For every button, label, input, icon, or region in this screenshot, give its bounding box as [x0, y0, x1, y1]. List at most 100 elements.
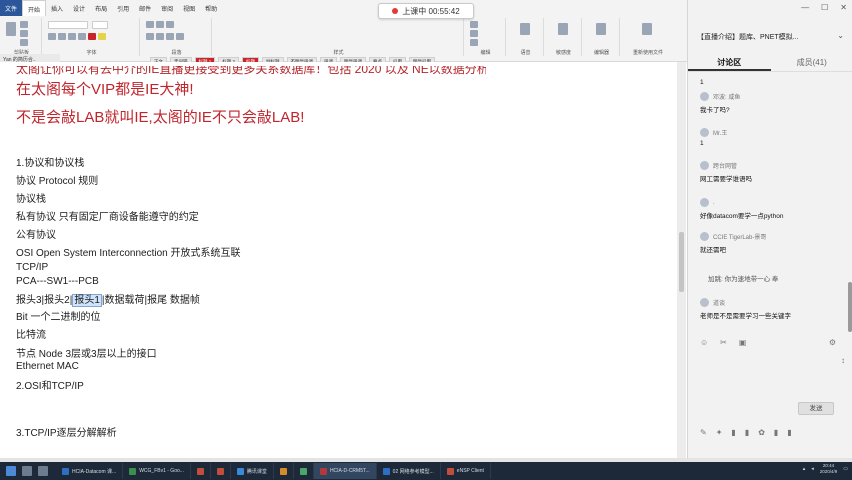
cut-icon[interactable]: [20, 21, 28, 28]
taskbar-item[interactable]: [211, 463, 231, 479]
tab-review[interactable]: 审阅: [156, 0, 178, 16]
tab-help[interactable]: 帮助: [200, 0, 222, 16]
highlight-icon[interactable]: [98, 33, 106, 40]
doc-line: 2.OSI和TCP/IP: [16, 381, 84, 392]
notification-icon[interactable]: ▭: [843, 466, 848, 472]
message-text: 好像datacom要学一点python: [700, 213, 784, 220]
pen-icon[interactable]: ✎: [700, 428, 707, 437]
tab-view[interactable]: 视图: [178, 0, 200, 16]
strikethrough-icon[interactable]: [78, 33, 86, 40]
align-right-icon[interactable]: [166, 33, 174, 40]
dictate-icon[interactable]: [520, 23, 530, 35]
bar-icon[interactable]: ▮: [774, 428, 778, 437]
bar-icon[interactable]: ▮: [731, 428, 735, 437]
tab-layout[interactable]: 布局: [90, 0, 112, 16]
find-icon[interactable]: [470, 21, 478, 28]
doc-line: 私有协议 只有固定厂商设备能遵守的约定: [16, 212, 199, 223]
chevron-down-icon[interactable]: ⌄: [837, 31, 844, 40]
doc-line: 协议栈: [16, 194, 46, 205]
underline-icon[interactable]: [68, 33, 76, 40]
italic-icon[interactable]: [58, 33, 66, 40]
gear-icon[interactable]: ⚙: [829, 338, 836, 347]
format-painter-icon[interactable]: [20, 39, 28, 46]
selected-text[interactable]: 报头1: [72, 294, 102, 307]
document-page[interactable]: 太阁让你可以有去中介的IE直播更接受到更多关系数据库！包括 2020 以及 NE…: [0, 62, 686, 458]
font-size-select[interactable]: [92, 21, 108, 29]
select-icon[interactable]: [470, 39, 478, 46]
app-icon: [62, 467, 69, 475]
bullets-icon[interactable]: [146, 21, 154, 28]
taskbar-label: WCG_FBv1 - Goo...: [139, 468, 184, 474]
start-icon[interactable]: [6, 466, 16, 476]
volume-icon[interactable]: ◂: [811, 466, 814, 472]
taskbar-item[interactable]: HCIA-Datacom 课...: [56, 463, 124, 479]
tab-mailings[interactable]: 邮件: [134, 0, 156, 16]
tab-home[interactable]: 开始: [22, 0, 47, 16]
numbering-icon[interactable]: [156, 21, 164, 28]
group-label: 样式: [333, 50, 344, 56]
taskbar-item[interactable]: 02 网络参考模型...: [377, 463, 441, 479]
bar-icon[interactable]: ▮: [745, 428, 749, 437]
message-user: .: [713, 199, 715, 206]
paste-icon[interactable]: [6, 22, 16, 36]
taskbar-item[interactable]: eNSP Client: [441, 463, 491, 479]
scroll-thumb[interactable]: [679, 232, 684, 292]
font-color-icon[interactable]: [88, 33, 96, 40]
tab-members[interactable]: 成员(41): [771, 52, 852, 71]
resize-icon[interactable]: ↕: [841, 356, 845, 365]
taskbar-item[interactable]: HCIA-D-CRM5T...: [313, 463, 377, 479]
app-icon: [319, 467, 327, 475]
task-view-icon[interactable]: [38, 466, 48, 476]
flower-icon[interactable]: ✿: [758, 428, 765, 437]
tab-discussion[interactable]: 讨论区: [688, 52, 771, 71]
maximize-icon[interactable]: ☐: [821, 3, 828, 12]
minimize-icon[interactable]: —: [801, 3, 809, 12]
clock[interactable]: 20:44 2020/4/9: [820, 463, 838, 475]
copy-icon[interactable]: [20, 30, 28, 37]
tab-insert[interactable]: 插入: [46, 0, 68, 16]
scroll-thumb[interactable]: [848, 282, 852, 332]
sensitivity-icon[interactable]: [558, 23, 568, 35]
chat-scrollbar[interactable]: [848, 72, 852, 342]
image-icon[interactable]: ▣: [739, 338, 747, 347]
doc-line: 公有协议: [16, 230, 56, 241]
tab-design[interactable]: 设计: [68, 0, 90, 16]
message-text: 1: [700, 140, 704, 147]
align-center-icon[interactable]: [156, 33, 164, 40]
document-scrollbar[interactable]: [677, 62, 686, 458]
emoji-icon[interactable]: ☺: [700, 338, 708, 347]
font-name-select[interactable]: [48, 21, 88, 29]
network-icon[interactable]: ▴: [803, 466, 806, 472]
avatar: [700, 92, 709, 101]
tab-references[interactable]: 引用: [112, 0, 134, 16]
message-text: 我卡了吗?: [700, 107, 730, 114]
bold-icon[interactable]: [48, 33, 56, 40]
ribbon-tabs: 文件 开始 插入 设计 布局 引用 邮件 审阅 视图 帮助: [0, 0, 222, 16]
taskbar-item[interactable]: 腾讯课堂: [231, 463, 274, 479]
send-button[interactable]: 发送: [798, 402, 834, 415]
close-icon[interactable]: ✕: [840, 3, 847, 12]
align-left-icon[interactable]: [146, 33, 154, 40]
taskbar-item[interactable]: [294, 463, 314, 479]
taskbar-label: eNSP Client: [456, 468, 484, 474]
taskbar-item[interactable]: [274, 463, 294, 479]
app-icon: [216, 467, 224, 475]
gift-icon[interactable]: ✦: [716, 428, 723, 437]
tab-file[interactable]: 文件: [0, 0, 23, 16]
multilevel-icon[interactable]: [166, 21, 174, 28]
taskbar-item[interactable]: WCG_FBv1 - Goo...: [123, 463, 191, 479]
message-list[interactable]: 1 邓波: 咸鱼 我卡了吗? Mr.王 1 跨台网管 网工需要学谁语吗 . 好像…: [688, 72, 848, 327]
replace-icon[interactable]: [470, 30, 478, 37]
scissors-icon[interactable]: ✂: [720, 338, 727, 347]
chat-message: CCIE TigerLab-景哥 就还需吧: [700, 232, 842, 254]
justify-icon[interactable]: [176, 33, 184, 40]
reuse-files-icon[interactable]: [642, 23, 652, 35]
search-icon[interactable]: [22, 466, 32, 476]
message-user: 邓波: 咸鱼: [713, 95, 741, 101]
taskbar-item[interactable]: [191, 463, 211, 479]
bar-icon[interactable]: ▮: [787, 428, 791, 437]
doc-line: TCP/IP: [16, 262, 49, 273]
taskbar-label: 腾讯课堂: [246, 468, 267, 475]
cut-heading: 太阁让你可以有去中介的IE直播更接受到更多关系数据库！包括 2020 以及 NE…: [16, 66, 486, 76]
editor-icon[interactable]: [596, 23, 606, 35]
